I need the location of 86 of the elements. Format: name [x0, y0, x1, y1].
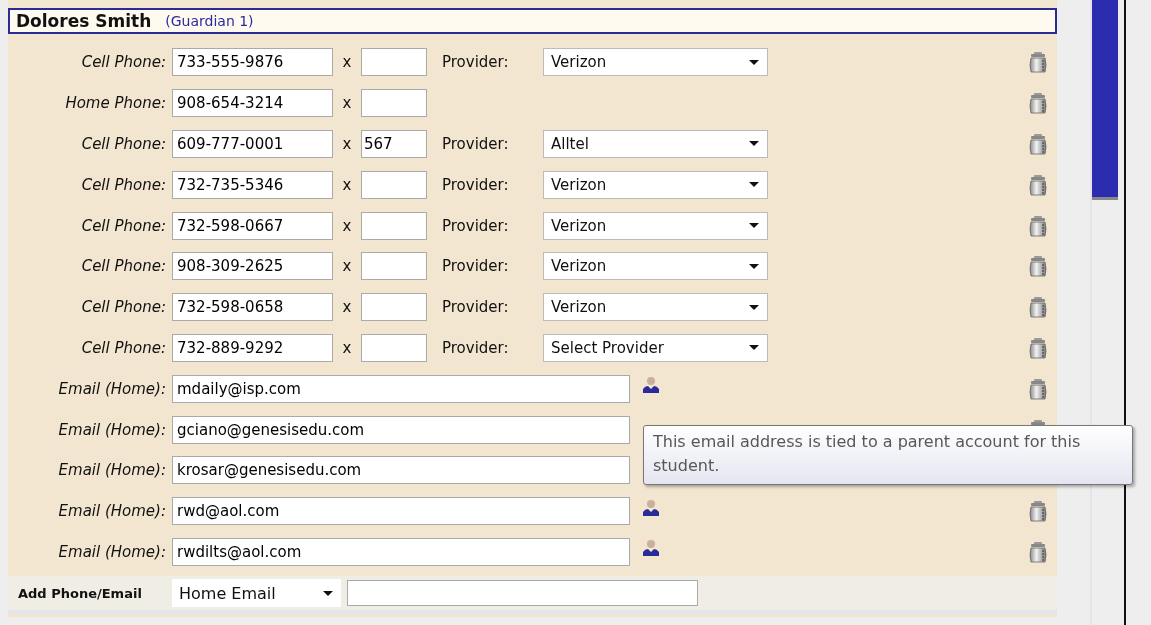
- input-field[interactable]: [347, 580, 698, 607]
- field-label: Home Phone:: [64, 94, 167, 113]
- trash-icon[interactable]: [1029, 214, 1047, 237]
- person-icon: [642, 376, 660, 394]
- dropdown[interactable]: Verizon: [543, 48, 768, 77]
- caret-icon: [749, 345, 759, 351]
- extension-label: x: [341, 216, 353, 235]
- dropdown[interactable]: Select Provider: [543, 333, 768, 362]
- field-label: Cell Phone:: [80, 257, 167, 276]
- input-field[interactable]: rwd@aol.com: [172, 497, 630, 526]
- input-field[interactable]: 908-309-2625: [172, 252, 333, 281]
- dropdown[interactable]: Home Email: [172, 579, 341, 608]
- dropdown[interactable]: Verizon: [543, 293, 768, 322]
- input-field[interactable]: [361, 293, 427, 322]
- add-label: Add Phone/Email: [17, 585, 143, 601]
- person-icon: [642, 498, 660, 516]
- tooltip: This email address is tied to a parent account for this student.: [643, 425, 1133, 485]
- field-label: Email (Home):: [57, 461, 167, 480]
- caret-icon: [749, 263, 759, 269]
- field-label: Cell Phone:: [80, 298, 167, 317]
- caret-icon: [749, 304, 759, 310]
- caret-icon: [749, 182, 759, 188]
- input-field[interactable]: [361, 211, 427, 240]
- provider-label: Provider:: [442, 216, 510, 235]
- input-field[interactable]: 609-777-0001: [172, 130, 333, 158]
- input-field[interactable]: gciano@genesisedu.com: [172, 415, 630, 444]
- person-icon: [642, 539, 660, 557]
- input-field[interactable]: 908-654-3214: [172, 89, 333, 118]
- input-field[interactable]: mdaily@isp.com: [172, 374, 630, 403]
- extension-label: x: [341, 298, 353, 317]
- field-label: Email (Home):: [57, 420, 167, 439]
- trash-icon[interactable]: [1029, 540, 1047, 563]
- input-field[interactable]: 733-555-9876: [172, 48, 333, 77]
- provider-label: Provider:: [442, 175, 510, 194]
- extension-label: x: [341, 257, 353, 276]
- provider-label: Provider:: [442, 257, 510, 276]
- trash-icon[interactable]: [1029, 51, 1047, 74]
- caret-icon: [323, 590, 333, 596]
- extension-label: x: [341, 94, 353, 113]
- input-field[interactable]: rwdilts@aol.com: [172, 537, 630, 566]
- field-label: Email (Home):: [57, 379, 167, 398]
- dropdown[interactable]: Verizon: [543, 211, 768, 240]
- provider-label: Provider:: [442, 53, 510, 72]
- field-label: Cell Phone:: [80, 338, 167, 357]
- trash-icon[interactable]: [1029, 500, 1047, 523]
- dropdown[interactable]: Verizon: [543, 170, 768, 199]
- guardian-name: Dolores Smith: [16, 11, 152, 31]
- guardian-role: (Guardian 1): [165, 13, 254, 29]
- provider-label: Provider:: [442, 338, 510, 357]
- caret-icon: [749, 59, 759, 65]
- trash-icon[interactable]: [1029, 173, 1047, 196]
- trash-icon[interactable]: [1029, 133, 1047, 155]
- caret-icon: [749, 141, 759, 147]
- field-label: Cell Phone:: [80, 175, 167, 194]
- extension-label: x: [341, 175, 353, 194]
- scrollbar-thumb[interactable]: [1092, 0, 1118, 200]
- dropdown[interactable]: Verizon: [543, 252, 768, 281]
- field-label: Cell Phone:: [80, 135, 167, 153]
- trash-icon[interactable]: [1029, 255, 1047, 278]
- trash-icon[interactable]: [1029, 92, 1047, 115]
- field-label: Email (Home):: [57, 542, 167, 561]
- input-field[interactable]: 732-598-0658: [172, 293, 333, 322]
- trash-icon[interactable]: [1029, 296, 1047, 319]
- caret-icon: [749, 223, 759, 229]
- input-field[interactable]: [361, 333, 427, 362]
- provider-label: Provider:: [442, 135, 510, 153]
- field-label: Cell Phone:: [80, 216, 167, 235]
- input-field[interactable]: krosar@genesisedu.com: [172, 456, 630, 485]
- extension-label: x: [341, 53, 353, 72]
- input-field[interactable]: 732-735-5346: [172, 170, 333, 199]
- extension-label: x: [341, 135, 353, 153]
- scrollbar[interactable]: [1090, 0, 1126, 625]
- trash-icon[interactable]: [1029, 377, 1047, 400]
- input-field[interactable]: 732-889-9292: [172, 333, 333, 362]
- input-field[interactable]: [361, 48, 427, 77]
- input-field[interactable]: 567: [361, 130, 427, 158]
- input-field[interactable]: 732-598-0667: [172, 211, 333, 240]
- dropdown[interactable]: Alltel: [543, 130, 768, 158]
- trash-icon[interactable]: [1029, 336, 1047, 359]
- input-field[interactable]: [361, 89, 427, 118]
- input-field[interactable]: [361, 252, 427, 281]
- input-field[interactable]: [361, 170, 427, 199]
- provider-label: Provider:: [442, 298, 510, 317]
- field-label: Cell Phone:: [80, 53, 167, 72]
- extension-label: x: [341, 338, 353, 357]
- field-label: Email (Home):: [57, 502, 167, 521]
